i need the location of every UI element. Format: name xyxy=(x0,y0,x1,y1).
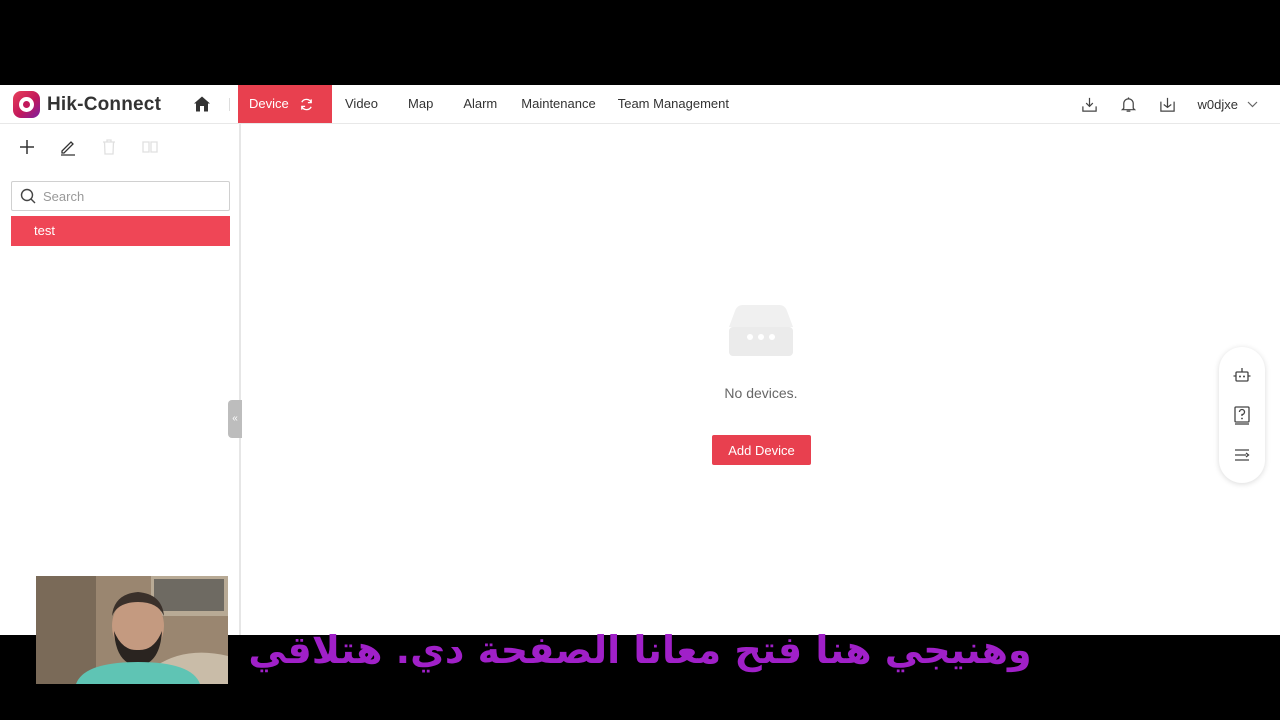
webcam-overlay xyxy=(36,576,228,684)
add-icon[interactable] xyxy=(18,138,36,156)
empty-state: No devices. xyxy=(661,303,861,401)
nav-video[interactable]: Video xyxy=(334,85,389,123)
download-icon[interactable] xyxy=(1081,96,1098,113)
help-icon[interactable] xyxy=(1232,405,1252,425)
logo: Hik-Connect xyxy=(13,91,161,118)
robot-icon[interactable] xyxy=(1232,365,1252,385)
logo-icon xyxy=(13,91,40,118)
logo-text: Hik-Connect xyxy=(47,93,162,115)
empty-device-icon xyxy=(729,305,793,356)
search-icon xyxy=(20,188,36,204)
search-box[interactable] xyxy=(11,181,230,211)
menu-icon[interactable] xyxy=(1232,445,1252,465)
nav-device[interactable]: Device xyxy=(238,85,332,123)
home-icon[interactable] xyxy=(193,95,211,113)
main-nav: Device Video Map Alarm Maintenance Team … xyxy=(238,85,740,123)
export-icon[interactable] xyxy=(1159,96,1176,113)
delete-icon[interactable] xyxy=(100,138,118,156)
top-bar: Hik-Connect Device Video Map Alarm Maint… xyxy=(0,85,1280,124)
username: w0djxe xyxy=(1197,96,1238,112)
refresh-icon[interactable] xyxy=(299,97,314,112)
empty-message: No devices. xyxy=(724,385,798,401)
nav-alarm[interactable]: Alarm xyxy=(452,85,508,123)
collapse-sidebar-button[interactable]: « xyxy=(228,400,242,438)
divider xyxy=(229,98,230,111)
add-device-button[interactable]: Add Device xyxy=(712,435,811,465)
video-subtitle: وهنيجي هنا فتح معانا الصفحة دي. هتلاقي xyxy=(248,628,1032,672)
header-actions: w0djxe xyxy=(1081,85,1258,123)
floating-toolbar xyxy=(1219,347,1265,483)
nav-maintenance[interactable]: Maintenance xyxy=(510,85,606,123)
bell-icon[interactable] xyxy=(1120,96,1137,113)
presenter-video xyxy=(36,576,228,684)
app-window: Hik-Connect Device Video Map Alarm Maint… xyxy=(0,85,1280,635)
move-icon[interactable] xyxy=(141,138,159,156)
edit-icon[interactable] xyxy=(59,138,77,156)
nav-device-label: Device xyxy=(249,96,289,111)
group-item-test[interactable]: test xyxy=(11,216,230,246)
sidebar-toolbar xyxy=(18,138,159,156)
user-menu[interactable]: w0djxe xyxy=(1198,97,1258,112)
nav-team-management[interactable]: Team Management xyxy=(607,85,740,123)
search-input[interactable] xyxy=(43,188,223,204)
chevron-down-icon xyxy=(1247,101,1258,107)
nav-map[interactable]: Map xyxy=(397,85,444,123)
sidebar: test « xyxy=(0,124,242,635)
